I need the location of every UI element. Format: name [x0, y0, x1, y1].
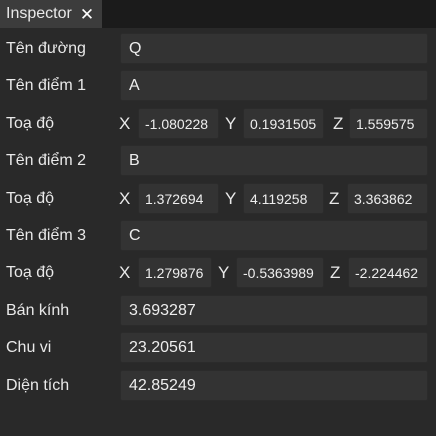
point-1-z-label: Z: [333, 113, 344, 133]
point-3-coords-label: Toạ độ: [6, 264, 55, 281]
point-1-name-label: Tên điểm 1: [6, 77, 87, 94]
point-3-z-label: Z: [330, 262, 341, 282]
route-name-field[interactable]: Q: [120, 33, 428, 64]
point-1-z-field[interactable]: 1.559575: [349, 108, 428, 139]
point-2-y-label: Y: [225, 188, 237, 208]
point-1-x-field[interactable]: -1.080228: [138, 108, 219, 139]
point-1-x-label: X: [119, 113, 131, 133]
perimeter-label: Chu vi: [6, 339, 52, 356]
area-field[interactable]: 42.85249: [120, 370, 428, 401]
point-1-coords-label: Toạ độ: [6, 115, 55, 132]
tab-inspector[interactable]: Inspector ✕: [0, 0, 102, 28]
point-2-coords-label: Toạ độ: [6, 190, 55, 207]
route-name-label: Tên đường: [6, 40, 86, 57]
point-2-z-label: Z: [329, 188, 340, 208]
point-2-name-label: Tên điểm 2: [6, 152, 87, 169]
point-2-z-field[interactable]: 3.363862: [347, 183, 428, 214]
tab-title: Inspector: [6, 5, 72, 22]
point-2-y-field[interactable]: 4.119258: [243, 183, 324, 214]
close-icon[interactable]: ✕: [80, 6, 94, 23]
point-3-z-field[interactable]: -2.224462: [348, 257, 428, 288]
point-3-y-label: Y: [218, 262, 230, 282]
area-label: Diện tích: [6, 377, 70, 394]
point-3-name-label: Tên điểm 3: [6, 227, 87, 244]
radius-label: Bán kính: [6, 302, 70, 319]
point-3-name-field[interactable]: C: [120, 220, 428, 251]
point-3-y-field[interactable]: -0.5363989: [236, 257, 324, 288]
point-3-x-field[interactable]: 1.279876: [138, 257, 212, 288]
point-2-x-label: X: [119, 188, 131, 208]
tab-bar: Inspector ✕: [0, 0, 436, 28]
point-3-x-label: X: [119, 262, 131, 282]
radius-field[interactable]: 3.693287: [120, 295, 428, 326]
perimeter-field[interactable]: 23.20561: [120, 332, 428, 363]
point-1-y-field[interactable]: 0.1931505: [243, 108, 324, 139]
point-2-x-field[interactable]: 1.372694: [138, 183, 219, 214]
point-2-name-field[interactable]: B: [120, 145, 428, 176]
point-1-y-label: Y: [225, 113, 237, 133]
point-1-name-field[interactable]: A: [120, 70, 428, 101]
